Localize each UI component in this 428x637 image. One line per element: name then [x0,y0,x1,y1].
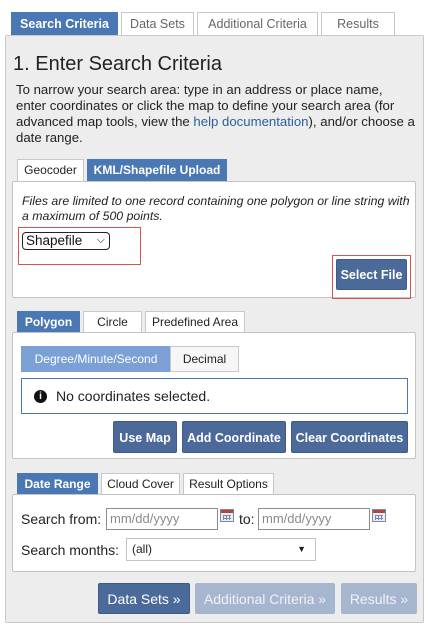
help-documentation-link[interactable]: help documentation [193,114,308,129]
tab-circle[interactable]: Circle [83,311,142,333]
search-months-label: Search months: [21,542,120,558]
calendar-icon[interactable] [372,509,386,522]
search-from-input[interactable]: mm/dd/yyyy [106,508,218,530]
file-type-value: Shapefile [26,233,83,248]
tab-geocoder[interactable]: Geocoder [17,159,84,181]
to-label: to: [239,511,255,527]
degree-minute-second-toggle[interactable]: Degree/Minute/Second [21,346,171,372]
file-type-select[interactable]: Shapefile ⌵ [22,232,110,250]
clear-coordinates-button[interactable]: Clear Coordinates [291,421,408,453]
tab-predefined-area[interactable]: Predefined Area [145,311,245,333]
tab-date-range[interactable]: Date Range [17,473,98,495]
chevron-down-icon: ▼ [297,544,306,554]
tab-additional-criteria[interactable]: Additional Criteria [197,12,318,36]
tab-data-sets[interactable]: Data Sets [121,12,194,36]
calendar-icon[interactable] [220,509,234,522]
additional-criteria-button[interactable]: Additional Criteria » [195,583,335,614]
intro-text: To narrow your search area: type in an a… [16,82,416,146]
coordinates-message: i No coordinates selected. [21,378,408,414]
tab-kml-shapefile-upload[interactable]: KML/Shapefile Upload [87,159,227,181]
tab-results[interactable]: Results [321,12,395,36]
data-sets-button[interactable]: Data Sets » [98,583,190,614]
page-title: 1. Enter Search Criteria [13,53,222,75]
search-months-value: (all) [132,542,152,556]
tab-result-options[interactable]: Result Options [183,473,274,495]
search-months-select[interactable]: (all) ▼ [126,538,316,561]
coordinates-message-text: No coordinates selected. [56,388,211,404]
file-limit-note: Files are limited to one record containi… [22,194,410,223]
info-circle-icon: i [34,390,47,403]
tab-search-criteria[interactable]: Search Criteria [11,12,118,36]
tab-polygon[interactable]: Polygon [17,311,80,333]
use-map-button[interactable]: Use Map [113,421,177,453]
chevron-down-icon: ⌵ [96,234,105,246]
search-from-label: Search from: [21,511,102,527]
search-to-input[interactable]: mm/dd/yyyy [258,508,370,530]
tab-cloud-cover[interactable]: Cloud Cover [101,473,180,495]
results-button[interactable]: Results » [341,583,417,614]
add-coordinate-button[interactable]: Add Coordinate [182,421,286,453]
select-file-button[interactable]: Select File [336,259,407,290]
decimal-toggle[interactable]: Decimal [170,346,239,372]
